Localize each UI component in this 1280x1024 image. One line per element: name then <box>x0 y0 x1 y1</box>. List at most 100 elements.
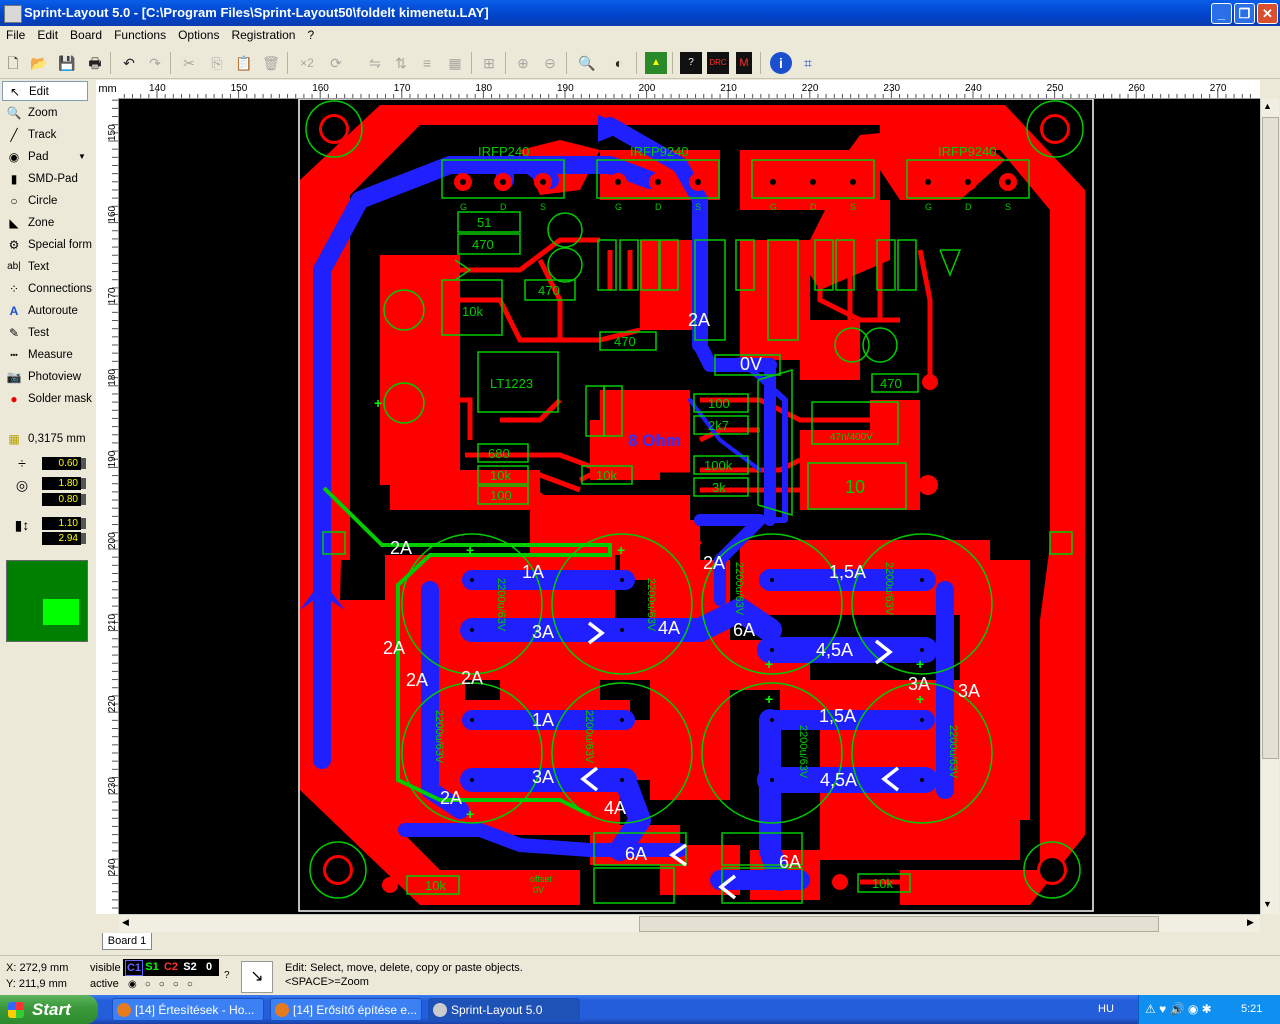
svg-text:+: + <box>374 395 382 411</box>
zoom-icon[interactable]: 🔍 <box>576 52 598 74</box>
group-icon[interactable]: ▦ <box>444 52 466 74</box>
minimize-button[interactable]: _ <box>1211 3 1232 24</box>
tool-test[interactable]: ✎ Test <box>2 323 88 343</box>
redo-icon[interactable]: ↷ <box>144 52 166 74</box>
vertical-scroll-thumb[interactable] <box>1262 117 1279 759</box>
pad-outer-field[interactable]: 1.80 <box>42 477 81 490</box>
tool-pad[interactable]: ◉ Pad ▼ <box>2 147 88 167</box>
pcb-canvas[interactable]: 0V 8 Ohm + + + + + + + + IRFP240 IRFP924… <box>119 99 1260 914</box>
tool-track[interactable]: ╱ Track <box>2 125 88 145</box>
align-icon[interactable]: ≡ <box>416 52 438 74</box>
language-indicator[interactable]: HU <box>1098 1003 1114 1015</box>
copy-icon[interactable]: ⎘ <box>206 52 228 74</box>
pin-g-1: G <box>460 202 467 212</box>
tool-circle[interactable]: ○ Circle <box>2 191 88 211</box>
component-library-icon[interactable]: ▲ <box>645 52 667 74</box>
app-icon[interactable] <box>4 5 22 23</box>
scroll-right-icon[interactable]: ▶ <box>1247 917 1254 928</box>
layer-c2[interactable]: C2 <box>163 960 179 974</box>
layer-s2[interactable]: S2 <box>182 960 198 974</box>
cut-icon[interactable]: ✂ <box>178 52 200 74</box>
active-layer-radios[interactable]: ◉○○○○ <box>128 979 201 990</box>
label-r470c: 470 <box>614 334 636 349</box>
smd-height-spinner[interactable] <box>81 533 86 544</box>
tool-special-form[interactable]: ⚙ Special form <box>2 235 92 255</box>
menu-edit[interactable]: Edit <box>31 26 64 42</box>
windows-logo-icon <box>8 1002 24 1018</box>
start-button[interactable]: Start <box>0 995 98 1024</box>
tool-zone[interactable]: ◣ Zone <box>2 213 88 233</box>
menu-file[interactable]: File <box>0 26 31 42</box>
tool-connections[interactable]: ⁘ Connections <box>2 279 92 299</box>
cursor-x: X: 272,9 mm <box>6 962 69 974</box>
layer-o[interactable]: 0 <box>203 960 215 974</box>
print-icon[interactable]: 🖶 <box>84 52 106 74</box>
clock: 5:21 <box>1241 1003 1263 1015</box>
new-file-icon[interactable]: 🗋 <box>2 52 24 74</box>
smd-height-field[interactable]: 2.94 <box>42 532 81 545</box>
pad-icon: ◉ <box>8 150 20 164</box>
menu-help[interactable]: ? <box>301 26 320 42</box>
lock-icon[interactable]: ⊕ <box>512 52 534 74</box>
smd-width-field[interactable]: 1.10 <box>42 517 81 530</box>
smd-width-spinner[interactable] <box>81 518 86 529</box>
vertical-scrollbar[interactable]: ▲ ▼ <box>1260 99 1279 914</box>
undo-icon[interactable]: ↶ <box>118 52 140 74</box>
mirror-h-icon[interactable]: ⇋ <box>364 52 386 74</box>
tray-icons[interactable]: ⚠ ♥ 🔊 ◉ ✱ <box>1145 1002 1212 1016</box>
crop-icon[interactable]: ⌗ <box>797 52 819 74</box>
probe-icon[interactable]: ↘ <box>241 961 273 993</box>
scroll-down-icon[interactable]: ▼ <box>1263 899 1272 909</box>
pad-dropdown-icon[interactable]: ▼ <box>78 147 86 167</box>
layer-s1[interactable]: S1 <box>144 960 160 974</box>
horizontal-scrollbar[interactable]: ◀ ▶ <box>119 914 1260 933</box>
delete-icon[interactable]: 🗑 <box>260 52 282 74</box>
ratsnest-icon[interactable]: ? <box>680 52 702 74</box>
drc-icon[interactable]: DRC <box>707 52 729 74</box>
maximize-button[interactable]: ❐ <box>1234 3 1255 24</box>
layer-c1[interactable]: C1 <box>125 960 143 976</box>
close-button[interactable]: ✕ <box>1257 3 1278 24</box>
scroll-left-icon[interactable]: ◀ <box>122 917 129 928</box>
scroll-up-icon[interactable]: ▲ <box>1263 101 1272 111</box>
open-folder-icon[interactable]: 📂 <box>28 52 50 74</box>
tool-autoroute[interactable]: A Autoroute <box>2 301 88 321</box>
tool-text[interactable]: ab| Text <box>2 257 88 277</box>
task-item-3[interactable]: Sprint-Layout 5.0 <box>428 998 580 1021</box>
transparent-icon[interactable]: ◐ <box>608 52 630 74</box>
tool-photoview[interactable]: 📷 Photoview <box>2 367 88 387</box>
horizontal-scroll-thumb[interactable] <box>639 916 1159 932</box>
pad-inner-spinner[interactable] <box>81 494 86 505</box>
menu-options[interactable]: Options <box>172 26 225 42</box>
help-question-icon[interactable]: ? <box>224 970 230 981</box>
pad-inner-field[interactable]: 0.80 <box>42 493 81 506</box>
tool-solder-mask[interactable]: ● Solder mask <box>2 389 92 409</box>
duplicate-icon[interactable]: ×2 <box>295 52 319 74</box>
task-item-2[interactable]: [14] Erősítő építése e... <box>270 998 422 1021</box>
task-item-1[interactable]: [14] Értesítések - Ho... <box>112 998 264 1021</box>
snap-icon[interactable]: ⊞ <box>478 52 500 74</box>
tool-zoom[interactable]: 🔍 Zoom <box>2 103 88 123</box>
track-width-spinner[interactable] <box>81 458 86 469</box>
mirror-v-icon[interactable]: ⇅ <box>390 52 412 74</box>
grid-setting[interactable]: ▦ 0,3175 mm <box>2 429 88 449</box>
menu-registration[interactable]: Registration <box>225 26 301 42</box>
tool-edit[interactable]: ↖ Edit <box>2 81 88 101</box>
current-2a-left1: 2A <box>383 638 405 658</box>
rotate-icon[interactable]: ⟳ <box>325 52 347 74</box>
label-r470d: 470 <box>880 376 902 391</box>
tab-board-1[interactable]: Board 1 <box>102 933 152 950</box>
macro-icon[interactable]: M <box>736 52 752 74</box>
save-icon[interactable]: 💾 <box>56 52 78 74</box>
track-width-field[interactable]: 0.60 <box>42 457 81 470</box>
menu-board[interactable]: Board <box>64 26 108 42</box>
tool-measure[interactable]: ┅ Measure <box>2 345 88 365</box>
menu-functions[interactable]: Functions <box>108 26 172 42</box>
pad-outer-spinner[interactable] <box>81 478 86 489</box>
tool-smd-pad[interactable]: ▮ SMD-Pad <box>2 169 88 189</box>
info-icon[interactable]: i <box>770 52 792 74</box>
paste-icon[interactable]: 📋 <box>233 52 255 74</box>
label-r51: 51 <box>477 215 491 230</box>
label-irfp9240-b: IRFP9240 <box>938 144 997 159</box>
unlock-icon[interactable]: ⊖ <box>539 52 561 74</box>
